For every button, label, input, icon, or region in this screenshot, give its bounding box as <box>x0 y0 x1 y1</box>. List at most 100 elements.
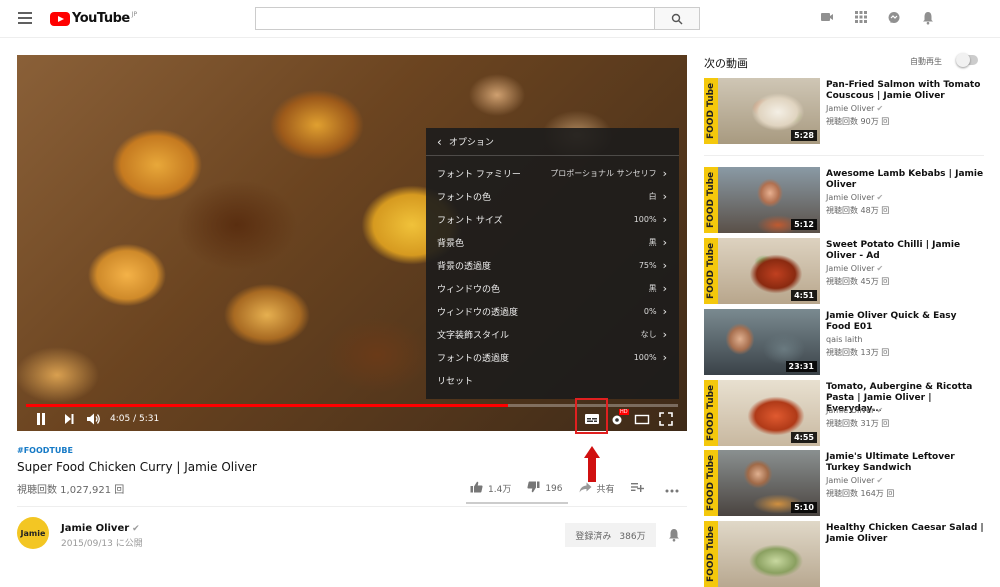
video-title[interactable]: Healthy Chicken Caesar Salad | Jamie Oli… <box>826 523 984 545</box>
caption-option-row[interactable]: ウィンドウの透過度 0% › <box>426 300 679 323</box>
video-thumbnail[interactable]: FOOD Tube 5:28 <box>704 78 820 144</box>
caption-option-row[interactable]: フォントの透過度 100% › <box>426 346 679 369</box>
video-title[interactable]: Jamie Oliver Quick & Easy Food E01 <box>826 311 984 333</box>
chevron-left-icon: ‹ <box>437 134 442 149</box>
caption-option-value: 75% <box>638 261 657 270</box>
caption-options-menu: ‹ オプション フォント ファミリー プロポーショナル サンセリフ › フォントの色 白… <box>426 128 679 399</box>
verified-check-icon: ✔ <box>876 476 884 485</box>
video-actions: 1.4万 196 共有 <box>470 481 700 496</box>
up-next-video-card[interactable]: FOOD Tube Healthy Chicken Caesar Salad | … <box>704 521 984 587</box>
channel-name: Jamie Oliver <box>826 193 875 202</box>
caption-option-row[interactable]: 背景の透過度 75% › <box>426 254 679 277</box>
add-to-playlist-button[interactable] <box>630 482 649 496</box>
video-channel[interactable]: Jamie Oliver ✔ <box>826 193 883 202</box>
up-next-video-card[interactable]: FOOD Tube 4:51 Sweet Potato Chilli | Jamie… <box>704 238 984 304</box>
up-next-video-card[interactable]: 23:31 Jamie Oliver Quick & Easy Food E01 q… <box>704 309 984 375</box>
caption-option-label: 背景の透過度 <box>437 262 492 272</box>
video-title[interactable]: Awesome Lamb Kebabs | Jamie Oliver <box>826 169 984 191</box>
video-thumbnail[interactable]: FOOD Tube 5:10 <box>704 450 820 516</box>
caption-option-row[interactable]: リセット <box>426 369 679 392</box>
subscriber-count: 386万 <box>619 531 646 542</box>
caption-option-row[interactable]: フォント サイズ 100% › <box>426 208 679 231</box>
autoplay-toggle[interactable] <box>956 53 978 67</box>
chevron-right-icon: › <box>662 236 667 249</box>
video-channel[interactable]: qais laith <box>826 335 862 344</box>
video-channel[interactable]: Jamie Oliver ✔ <box>826 406 883 415</box>
video-views: 視聴回数 90万 回 <box>826 117 890 126</box>
more-actions-button[interactable] <box>665 482 684 496</box>
foodtube-brand-band: FOOD Tube <box>704 380 718 446</box>
subscribe-label: 登録済み <box>575 531 612 542</box>
next-button[interactable] <box>63 411 75 427</box>
search-input[interactable] <box>255 7 655 30</box>
video-title[interactable]: Jamie's Ultimate Leftover Turkey Sandwic… <box>826 452 984 474</box>
like-button[interactable]: 1.4万 <box>470 481 511 496</box>
chevron-right-icon: › <box>662 167 667 180</box>
caption-option-value: 黒 <box>648 284 657 293</box>
video-title[interactable]: Pan-Fried Salmon with Tomato Couscous | … <box>826 80 984 102</box>
video-duration: 4:51 <box>791 290 817 301</box>
caption-option-row[interactable]: フォントの色 白 › <box>426 185 679 208</box>
video-duration: 5:28 <box>791 130 817 141</box>
channel-avatar[interactable]: Jamie <box>17 517 49 549</box>
video-thumbnail[interactable]: FOOD Tube 4:55 <box>704 380 820 446</box>
pause-button[interactable] <box>35 411 47 427</box>
options-back-button[interactable]: ‹ オプション <box>426 128 679 156</box>
settings-button[interactable]: HD <box>610 409 629 427</box>
video-thumbnail[interactable]: FOOD Tube 4:51 <box>704 238 820 304</box>
view-count: 視聴回数 1,027,921 回 <box>17 485 125 496</box>
hd-badge: HD <box>619 409 629 415</box>
up-next-video-card[interactable]: FOOD Tube 5:12 Awesome Lamb Kebabs | Jamie… <box>704 167 984 233</box>
share-button[interactable]: 共有 <box>579 482 615 496</box>
caption-option-label: フォントの透過度 <box>437 354 510 364</box>
hashtag-link[interactable]: #FOODTUBE <box>17 446 257 455</box>
divider <box>17 506 687 507</box>
menu-icon[interactable] <box>18 12 32 24</box>
caption-option-value: 白 <box>648 192 657 201</box>
video-channel[interactable]: Jamie Oliver ✔ <box>826 104 883 113</box>
video-views: 視聴回数 13万 回 <box>826 348 890 357</box>
dislike-button[interactable]: 196 <box>527 481 563 496</box>
subscribe-button[interactable]: 登録済み 386万 <box>565 523 656 547</box>
video-thumbnail[interactable]: 23:31 <box>704 309 820 375</box>
caption-option-label: リセット <box>437 377 474 387</box>
youtube-logo[interactable]: YouTube JP <box>50 11 137 26</box>
caption-option-row[interactable]: フォント ファミリー プロポーショナル サンセリフ › <box>426 162 679 185</box>
video-views: 視聴回数 45万 回 <box>826 277 890 286</box>
up-next-video-card[interactable]: FOOD Tube 5:28 Pan-Fried Salmon with Tomat… <box>704 78 984 144</box>
caption-option-row[interactable]: 背景色 黒 › <box>426 231 679 254</box>
caption-option-row[interactable]: 文字装飾スタイル なし › <box>426 323 679 346</box>
caption-option-row[interactable]: ウィンドウの色 黒 › <box>426 277 679 300</box>
video-thumbnail[interactable]: FOOD Tube <box>704 521 820 587</box>
video-title[interactable]: Sweet Potato Chilli | Jamie Oliver - Ad <box>826 240 984 262</box>
bell-icon[interactable] <box>920 11 936 27</box>
up-next-video-card[interactable]: FOOD Tube 5:10 Jamie's Ultimate Leftover T… <box>704 450 984 516</box>
video-camera-icon[interactable] <box>819 11 835 27</box>
fullscreen-button[interactable] <box>659 411 673 427</box>
video-channel[interactable]: Jamie Oliver ✔ <box>826 264 883 273</box>
messages-icon[interactable] <box>886 11 902 27</box>
caption-option-label: ウィンドウの透過度 <box>437 308 519 318</box>
chevron-right-icon: › <box>662 305 667 318</box>
foodtube-brand-band: FOOD Tube <box>704 521 718 587</box>
caption-option-value: 0% <box>643 307 657 316</box>
video-player[interactable]: ‹ オプション フォント ファミリー プロポーショナル サンセリフ › フォントの色 白… <box>17 55 687 431</box>
channel-name: Jamie Oliver <box>826 104 875 113</box>
up-next-video-card[interactable]: FOOD Tube 4:55 Tomato, Aubergine & Ricotta… <box>704 380 984 446</box>
video-channel[interactable]: Jamie Oliver ✔ <box>826 476 883 485</box>
sentiment-bar <box>466 502 568 504</box>
notification-bell-icon[interactable] <box>668 528 680 545</box>
video-thumbnail[interactable]: FOOD Tube 5:12 <box>704 167 820 233</box>
dislike-count: 196 <box>545 483 563 494</box>
volume-button[interactable] <box>86 411 102 427</box>
volume-icon <box>87 413 100 425</box>
apps-grid-icon[interactable] <box>853 11 869 27</box>
thumbs-down-icon <box>527 481 540 496</box>
video-duration: 23:31 <box>785 361 817 372</box>
theater-mode-button[interactable] <box>634 411 650 427</box>
publish-date: 2015/09/13 に公開 <box>61 539 143 549</box>
channel-name[interactable]: Jamie Oliver <box>61 523 129 534</box>
search-button[interactable] <box>655 7 700 30</box>
caption-option-label: ウィンドウの色 <box>437 285 501 295</box>
caption-option-label: フォントの色 <box>437 193 492 203</box>
